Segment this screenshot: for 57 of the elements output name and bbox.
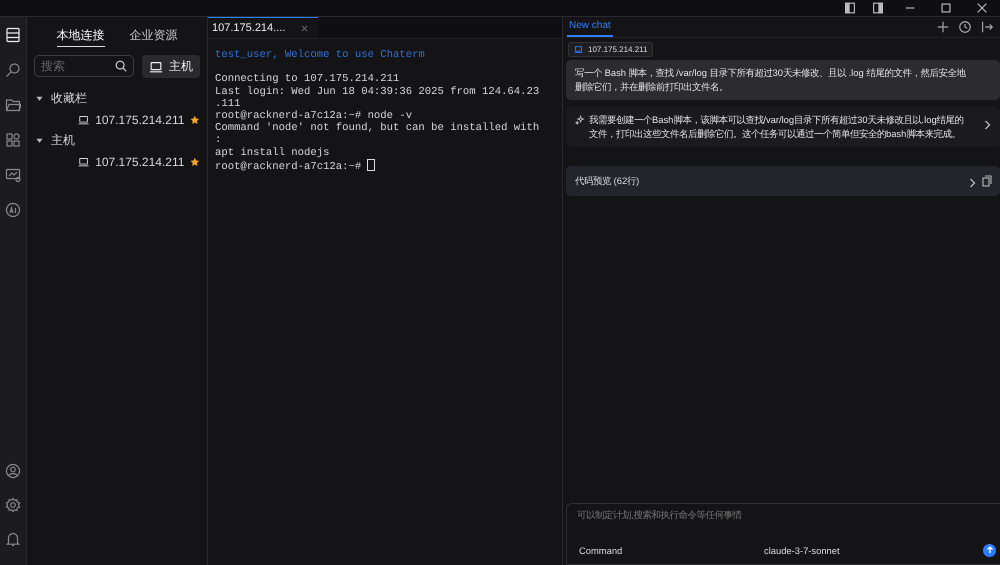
assistant-message[interactable]: 我需要创建一个Bash脚本，该脚本可以查找/var/log目录下所有超过30天未修改且以.log结尾的文件，打印出这些文件名后删除它们。这个任务可以通过一个简单但安全的bash脚本来完成。 <box>566 107 1000 147</box>
host-button[interactable]: 主机 <box>142 55 200 78</box>
terminal-line: root@racknerd-a7c12a:~# node -v <box>215 110 412 122</box>
star-icon[interactable] <box>190 114 200 126</box>
server-list-icon[interactable] <box>5 27 21 43</box>
bell-icon[interactable] <box>5 531 21 547</box>
terminal-line: test_user, Welcome to use Chaterm <box>215 49 425 61</box>
search-icon[interactable] <box>5 62 21 78</box>
sparkle-icon <box>575 115 585 125</box>
terminal-line: .111 <box>215 98 240 110</box>
sidebar-tab[interactable]: 本地连接 <box>56 26 104 47</box>
search-icon <box>114 59 128 73</box>
caret-icon[interactable] <box>36 95 43 102</box>
tree-group[interactable]: 主机 <box>51 132 75 149</box>
close-icon[interactable] <box>975 1 989 15</box>
monitor-chart-icon[interactable] <box>5 167 21 183</box>
terminal-line: apt install nodejs <box>215 146 330 159</box>
panel-left-icon[interactable] <box>843 1 857 15</box>
chat-input[interactable]: 可以制定计划,搜索和执行命令等任何事情 Command claude-3-7-sonnet <box>566 503 1000 565</box>
maximize-icon[interactable] <box>939 1 953 15</box>
laptop-icon <box>149 60 163 74</box>
copy-icon[interactable] <box>982 175 992 187</box>
close-icon[interactable] <box>301 24 308 32</box>
host-tag: 107.175.214.211 <box>568 42 654 57</box>
history-icon[interactable] <box>958 20 972 34</box>
host-item[interactable]: 107.175.214.211 <box>95 154 184 168</box>
mode-selector[interactable]: Command <box>579 544 764 556</box>
send-button[interactable] <box>983 544 996 556</box>
apps-icon[interactable] <box>5 132 21 148</box>
terminal-line: : <box>215 134 222 146</box>
text-cursor <box>367 158 376 171</box>
host-item[interactable]: 107.175.214.211 <box>95 112 184 126</box>
caret-icon[interactable] <box>36 137 43 144</box>
star-icon[interactable] <box>190 156 200 168</box>
chevron-right-icon[interactable] <box>984 120 991 130</box>
terminal-line: Command 'node' not found, but can be installed with <box>215 122 540 134</box>
ai-bubble-icon[interactable] <box>5 202 21 218</box>
settings-icon[interactable] <box>5 497 21 513</box>
chevron-right-icon[interactable] <box>969 178 976 188</box>
sidebar-tab[interactable]: 企业资源 <box>130 26 178 47</box>
terminal-tab[interactable]: 107.175.214.... <box>208 17 318 38</box>
collapse-icon[interactable] <box>980 20 994 34</box>
folder-icon[interactable] <box>5 97 21 113</box>
terminal-line: Connecting to 107.175.214.211 <box>215 73 400 86</box>
user-message: 写一个 Bash 脚本，查找 /var/log 目录下所有超过30天未修改、且以 .log 结尾的文件，然后安全地删除它们，并在删除前打印出文件名。 <box>566 60 1000 100</box>
user-icon[interactable] <box>5 463 21 479</box>
arrow-up-icon <box>986 546 994 554</box>
panel-right-icon[interactable] <box>871 1 885 15</box>
plus-icon[interactable] <box>936 20 950 34</box>
laptop-icon <box>574 45 583 54</box>
terminal-line: Last login: Wed Jun 18 04:39:36 2025 from 124.64.23 <box>215 86 540 98</box>
code-preview-bar[interactable]: 代码预览 (62行) <box>566 166 1000 196</box>
search-field[interactable]: 搜索 <box>34 55 134 77</box>
terminal-line: root@racknerd-a7c12a:~# <box>215 160 362 173</box>
chat-tab[interactable]: New chat <box>567 17 613 37</box>
model-selector[interactable]: claude-3-7-sonnet <box>764 544 840 556</box>
tree-group[interactable]: 收藏栏 <box>51 90 87 107</box>
